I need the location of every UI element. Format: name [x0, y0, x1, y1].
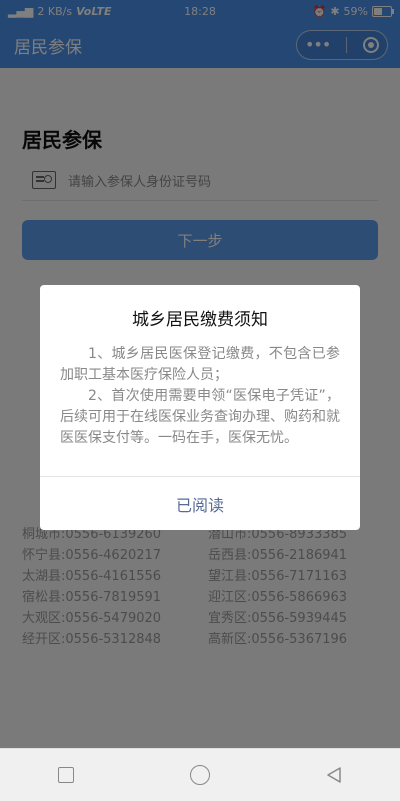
dialog-title: 城乡居民缴费须知 [132, 310, 268, 330]
circle-icon[interactable] [190, 765, 210, 785]
read-confirm-button[interactable]: 已阅读 [40, 476, 360, 530]
system-nav-bar [0, 748, 400, 801]
dialog-paragraph-2: 2、首次使用需要申领“医保电子凭证”，后续可用于在线医保业务查询办理、购药和就医… [60, 388, 340, 446]
square-icon[interactable] [58, 767, 74, 783]
dialog-paragraph-1: 1、城乡居民医保登记缴费，不包含已参加职工基本医疗保险人员； [60, 346, 340, 383]
triangle-back-icon[interactable] [326, 766, 342, 784]
notice-dialog: 城乡居民缴费须知 1、城乡居民医保登记缴费，不包含已参加职工基本医疗保险人员； … [40, 285, 360, 530]
dialog-body: 1、城乡居民医保登记缴费，不包含已参加职工基本医疗保险人员； 2、首次使用需要申… [40, 330, 360, 449]
